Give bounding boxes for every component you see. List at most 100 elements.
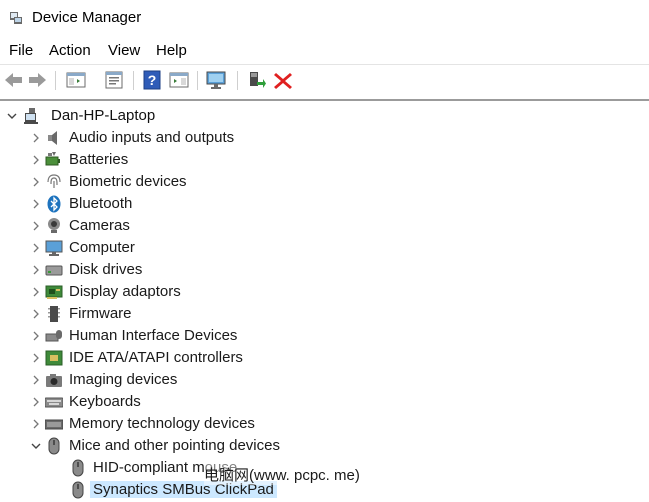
chevron-right-icon[interactable] (28, 262, 44, 278)
battery-icon (45, 152, 60, 166)
chevron-right-icon[interactable] (28, 306, 44, 322)
category-label: Batteries (69, 151, 129, 168)
back-button[interactable] (2, 70, 24, 90)
category-ide-controllers[interactable]: IDE ATA/ATAPI controllers (28, 348, 618, 368)
device-manager-app-icon (10, 12, 22, 24)
svg-text:?: ? (148, 72, 157, 88)
menu-action[interactable]: Action (49, 42, 91, 59)
keyboard-icon (45, 397, 63, 408)
category-label: Firmware (69, 305, 132, 322)
category-label: Memory technology devices (69, 415, 255, 432)
category-firmware[interactable]: Firmware (28, 304, 618, 324)
category-cameras[interactable]: Cameras (28, 216, 618, 236)
title-bar: Device Manager (0, 0, 649, 36)
window-title: Device Manager (32, 9, 142, 26)
chevron-right-icon[interactable] (28, 130, 44, 146)
console-tree-icon (66, 72, 86, 88)
action-pane-icon (169, 72, 189, 88)
disk-drive-icon (45, 265, 63, 276)
category-label: Imaging devices (69, 371, 178, 388)
category-human-interface-devices[interactable]: Human Interface Devices (28, 326, 618, 346)
memory-icon (45, 419, 63, 430)
tree-root[interactable]: Dan-HP-Laptop (4, 106, 604, 126)
menu-file[interactable]: File (9, 42, 33, 59)
device-tree: Dan-HP-Laptop Audio inputs and outputs B… (0, 99, 649, 502)
chevron-right-icon[interactable] (28, 196, 44, 212)
category-mice[interactable]: Mice and other pointing devices (28, 436, 618, 456)
toolbar-separator (55, 71, 56, 90)
category-label: Computer (69, 239, 135, 256)
menu-help[interactable]: Help (156, 42, 187, 59)
chevron-right-icon[interactable] (28, 218, 44, 234)
ide-controller-icon (45, 350, 63, 366)
category-label: Keyboards (69, 393, 141, 410)
category-imaging-devices[interactable]: Imaging devices (28, 370, 618, 390)
display-adapter-icon (45, 285, 63, 299)
chevron-right-icon[interactable] (28, 240, 44, 256)
category-label: IDE ATA/ATAPI controllers (69, 349, 243, 366)
camera-icon (46, 374, 62, 387)
monitor-icon (45, 240, 63, 256)
monitor-scan-icon (206, 71, 226, 89)
show-hide-console-tree-button[interactable] (65, 70, 87, 90)
bluetooth-icon (47, 195, 61, 213)
speaker-icon (48, 131, 57, 145)
update-driver-button[interactable] (245, 70, 267, 90)
category-keyboards[interactable]: Keyboards (28, 392, 618, 412)
chevron-down-icon[interactable] (4, 108, 20, 124)
category-display-adaptors[interactable]: Display adaptors (28, 282, 618, 302)
uninstall-device-button[interactable] (272, 70, 294, 90)
help-icon: ? (143, 70, 161, 90)
category-label: Bluetooth (69, 195, 133, 212)
category-label: Cameras (69, 217, 130, 234)
menu-view[interactable]: View (108, 42, 140, 59)
category-computer[interactable]: Computer (28, 238, 618, 258)
category-memory-technology[interactable]: Memory technology devices (28, 414, 618, 434)
chevron-right-icon[interactable] (28, 394, 44, 410)
arrow-right-icon (29, 73, 46, 87)
chevron-right-icon[interactable] (28, 152, 44, 168)
mouse-icon (48, 437, 60, 455)
category-biometric[interactable]: Biometric devices (28, 172, 618, 192)
firmware-icon (48, 306, 60, 322)
mouse-icon (72, 481, 84, 499)
toolbar-separator (197, 71, 198, 90)
toolbar: ? (0, 64, 649, 95)
category-label: Disk drives (69, 261, 143, 278)
red-x-icon (274, 73, 292, 89)
chevron-right-icon[interactable] (28, 350, 44, 366)
fingerprint-icon (47, 174, 61, 188)
chevron-right-icon[interactable] (28, 174, 44, 190)
category-disk-drives[interactable]: Disk drives (28, 260, 618, 280)
toolbar-separator (237, 71, 238, 90)
mouse-icon (72, 459, 84, 477)
chevron-down-icon[interactable] (28, 438, 44, 454)
forward-button[interactable] (27, 70, 49, 90)
arrow-left-icon (5, 73, 22, 87)
category-label: Display adaptors (69, 283, 181, 300)
category-label: Biometric devices (69, 173, 187, 190)
hid-icon (45, 330, 62, 342)
help-button[interactable]: ? (141, 70, 163, 90)
properties-button[interactable] (103, 70, 125, 90)
category-label: Audio inputs and outputs (69, 129, 235, 146)
chevron-right-icon[interactable] (28, 372, 44, 388)
tree-root-label: Dan-HP-Laptop (51, 107, 156, 124)
chevron-right-icon[interactable] (28, 284, 44, 300)
computer-tower-icon (24, 108, 38, 124)
properties-icon (105, 71, 123, 89)
category-audio[interactable]: Audio inputs and outputs (28, 128, 618, 148)
toolbar-separator (133, 71, 134, 90)
chevron-right-icon[interactable] (28, 328, 44, 344)
camera-icon (48, 218, 60, 233)
menu-bar: File Action View Help (0, 40, 649, 62)
update-driver-icon (250, 72, 266, 88)
category-bluetooth[interactable]: Bluetooth (28, 194, 618, 214)
chevron-right-icon[interactable] (28, 416, 44, 432)
category-label: Mice and other pointing devices (69, 437, 280, 454)
watermark: 电脑网(www. pcpc. me) (204, 464, 360, 485)
show-action-pane-button[interactable] (168, 70, 190, 90)
scan-hardware-button[interactable] (205, 70, 227, 90)
category-batteries[interactable]: Batteries (28, 150, 618, 170)
category-label: Human Interface Devices (69, 327, 238, 344)
